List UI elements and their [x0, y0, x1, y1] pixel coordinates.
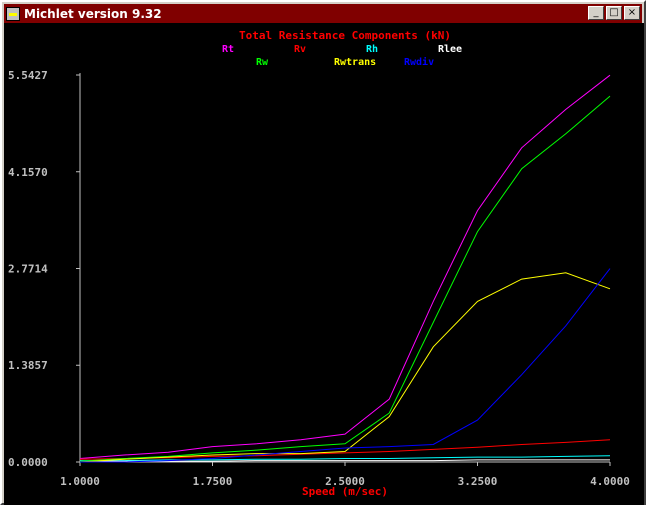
legend-rlee: Rlee [438, 44, 462, 55]
app-window: Michlet version 9.32 _ □ × Total Resista… [0, 0, 646, 505]
y-tick-label: 2.7714 [8, 262, 48, 275]
legend-rh: Rh [366, 44, 378, 55]
legend-rwtrans: Rwtrans [334, 57, 376, 68]
x-axis-label: Speed (m/sec) [302, 485, 388, 498]
app-icon[interactable] [6, 6, 20, 21]
chart-series [79, 74, 611, 463]
series-line-rwdiv [80, 268, 611, 463]
series-line-rt [79, 74, 611, 459]
chart-legend: Rt Rv Rh Rlee Rw Rwtrans Rwdiv [222, 44, 462, 68]
x-tick-label: 4.0000 [590, 475, 630, 488]
minimize-button[interactable]: _ [588, 6, 604, 20]
close-button[interactable]: × [624, 6, 640, 20]
chart-canvas: Total Resistance Components (kN) Rt Rv Rh R… [4, 23, 644, 505]
x-tick-label: 3.2500 [458, 475, 498, 488]
x-tick-label: 1.0000 [60, 475, 100, 488]
y-tick-label: 5.5427 [8, 69, 48, 82]
legend-rw: Rw [256, 57, 269, 68]
y-tick-label: 0.0000 [8, 456, 48, 469]
series-line-rw [79, 95, 611, 462]
chart-axes: 0.0000 1.3857 2.7714 4.1570 5.5427 1.0000 1.75… [8, 69, 630, 488]
legend-rt: Rt [222, 44, 234, 55]
maximize-button[interactable]: □ [606, 6, 622, 20]
window-title: Michlet version 9.32 [24, 6, 162, 21]
legend-rwdiv: Rwdiv [404, 56, 434, 68]
title-bar[interactable]: Michlet version 9.32 _ □ × [4, 4, 642, 23]
resistance-chart: Total Resistance Components (kN) Rt Rv Rh R… [8, 29, 630, 498]
chart-title: Total Resistance Components (kN) [239, 29, 451, 42]
y-tick-label: 4.1570 [8, 166, 48, 179]
legend-rv: Rv [294, 44, 306, 55]
x-tick-label: 1.7500 [193, 475, 233, 488]
series-line-rv [79, 439, 611, 460]
y-tick-label: 1.3857 [8, 359, 48, 372]
